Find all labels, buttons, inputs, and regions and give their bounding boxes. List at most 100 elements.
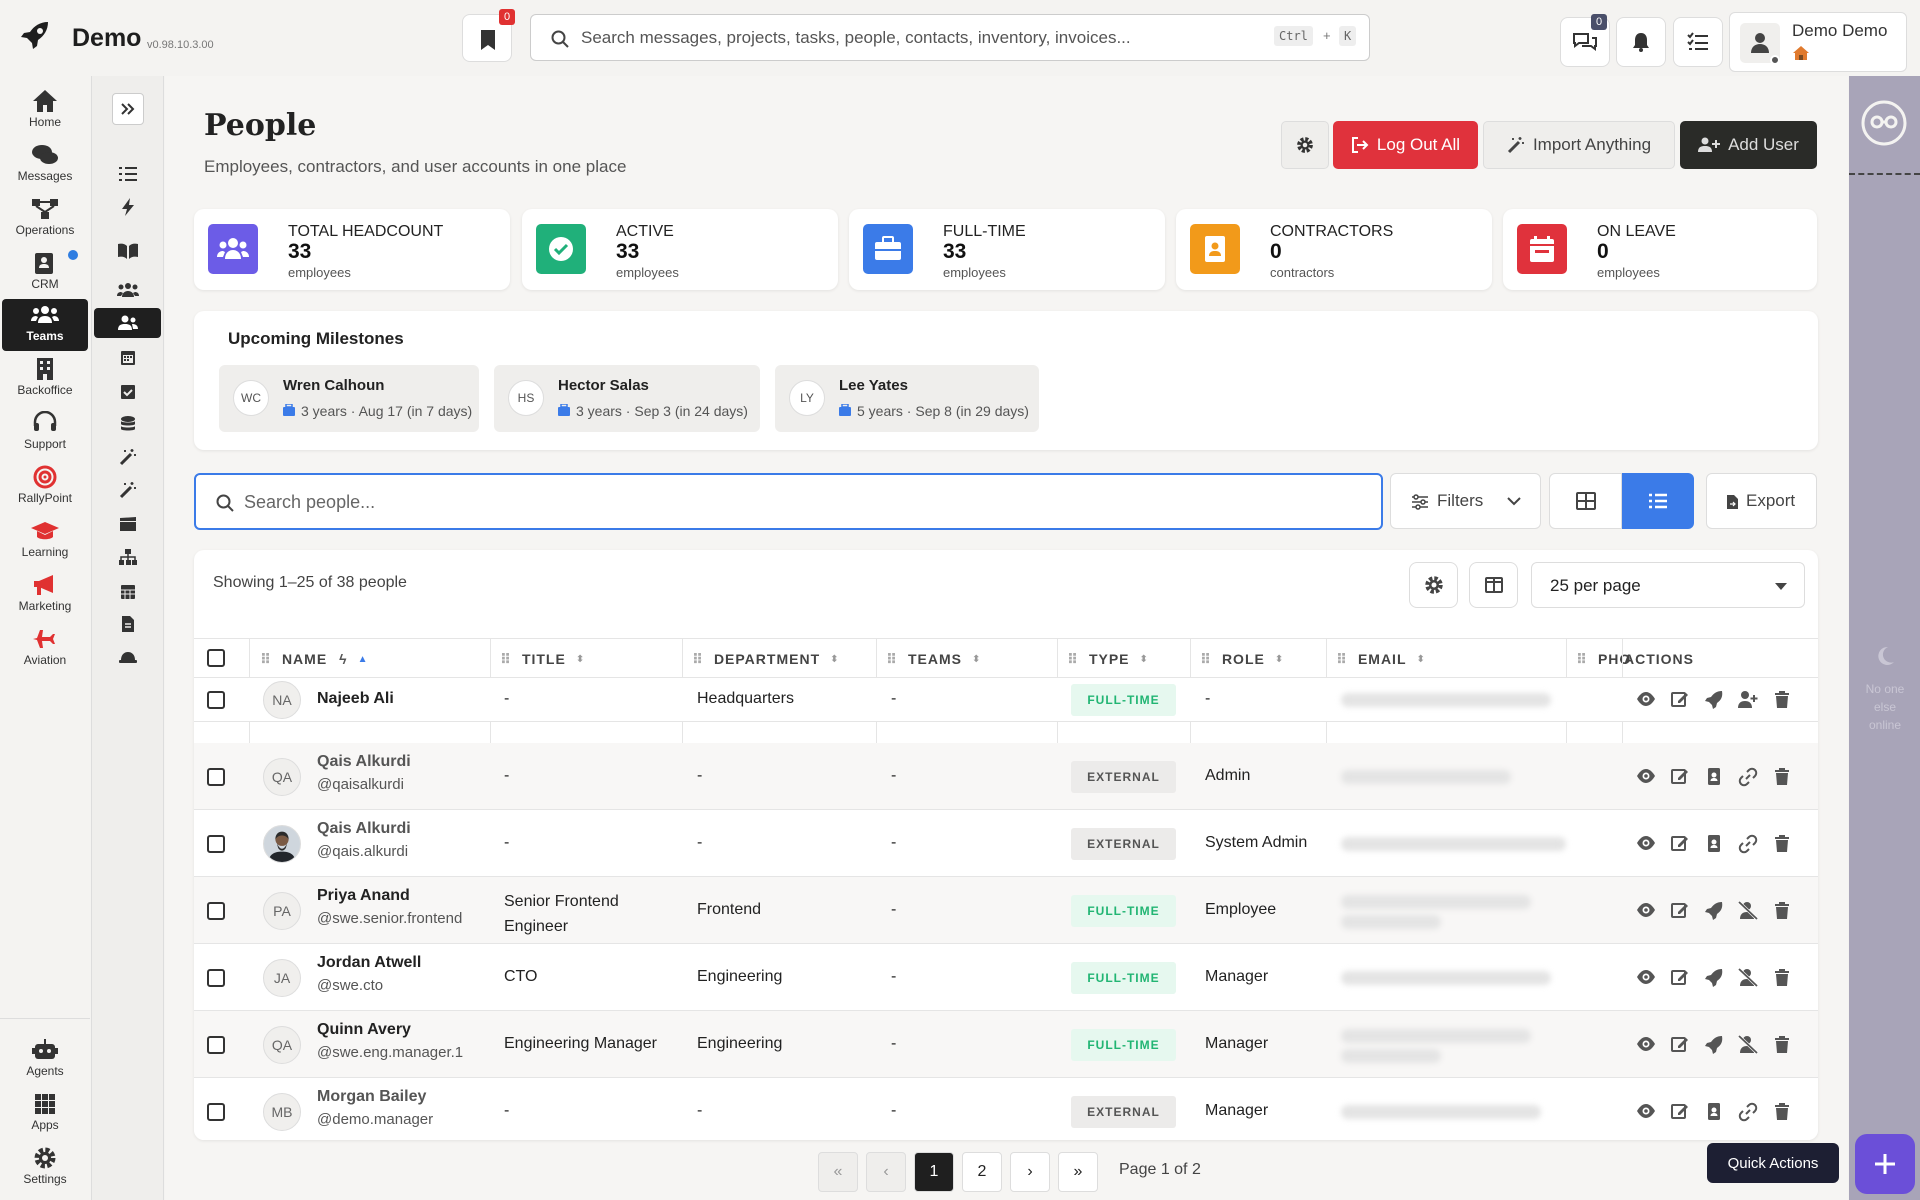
row-checkbox[interactable] [207, 691, 225, 709]
person-name[interactable]: Qais Alkurdi [317, 753, 411, 771]
table-row[interactable]: QA Quinn Avery @swe.eng.manager.1 Engine… [194, 1011, 1818, 1078]
notifications-button[interactable] [1616, 17, 1666, 67]
subnav-payroll[interactable] [94, 409, 161, 439]
person-name[interactable]: Qais Alkurdi [317, 820, 411, 838]
last-page-button[interactable]: » [1058, 1152, 1098, 1192]
subnav-handbook[interactable] [94, 236, 161, 266]
table-row[interactable]: QA Qais Alkurdi @qaisalkurdi - - - EXTERNAL… [194, 743, 1818, 810]
trash-icon[interactable] [1772, 690, 1792, 710]
trash-icon[interactable] [1772, 968, 1792, 988]
page-1-button[interactable]: 1 [914, 1152, 954, 1192]
eye-icon[interactable] [1636, 690, 1656, 710]
column-header-title[interactable]: ⠿ TITLE ⬍ [500, 639, 585, 679]
rocket-icon[interactable] [1704, 901, 1724, 921]
row-checkbox[interactable] [207, 767, 225, 786]
rail-item-messages[interactable]: Messages [2, 139, 88, 191]
link-icon[interactable] [1738, 1102, 1758, 1122]
person-name[interactable]: Quinn Avery [317, 1021, 463, 1039]
person-name[interactable]: Najeeb Ali [317, 690, 394, 708]
milestone-card[interactable]: WC Wren Calhoun 3 years · Aug 17 (in 7 d… [219, 365, 479, 432]
user-menu[interactable]: Demo Demo [1729, 12, 1907, 72]
page-2-button[interactable]: 2 [962, 1152, 1002, 1192]
grid-view-button[interactable] [1549, 473, 1622, 529]
person-name[interactable]: Morgan Bailey [317, 1088, 433, 1106]
edit-icon[interactable] [1670, 834, 1690, 854]
edit-icon[interactable] [1670, 1035, 1690, 1055]
rocket-logo-icon[interactable] [18, 18, 54, 54]
filters-button[interactable]: Filters [1390, 473, 1541, 529]
user-slash-icon[interactable] [1738, 967, 1758, 988]
link-icon[interactable] [1738, 767, 1758, 787]
table-row[interactable]: NA Najeeb Ali - Headquarters - FULL-TIME - [194, 678, 1818, 722]
link-icon[interactable] [1738, 834, 1758, 854]
subnav-magic-1[interactable] [94, 442, 161, 472]
subnav-org-chart[interactable] [94, 542, 161, 572]
columns-button[interactable] [1469, 562, 1518, 608]
id-badge-icon[interactable] [1704, 767, 1724, 787]
rail-item-crm[interactable]: CRM [2, 247, 88, 299]
eye-icon[interactable] [1636, 901, 1656, 921]
column-header-teams[interactable]: ⠿ TEAMS ⬍ [886, 639, 981, 679]
bookmarks-button[interactable]: 0 [462, 9, 516, 62]
table-row[interactable]: MB Morgan Bailey @demo.manager - - - EXTERN… [194, 1078, 1818, 1140]
per-page-select[interactable]: 25 per page [1531, 562, 1805, 608]
trash-icon[interactable] [1772, 1035, 1792, 1055]
log-out-all-button[interactable]: Log Out All [1333, 121, 1478, 169]
edit-icon[interactable] [1670, 690, 1690, 710]
rail-item-backoffice[interactable]: Backoffice [2, 353, 88, 405]
subnav-schedule[interactable] [94, 576, 161, 606]
people-search-input[interactable]: Search people... [194, 473, 1383, 530]
subnav-calendar-check[interactable] [94, 376, 161, 406]
subnav-activity[interactable] [94, 192, 161, 222]
column-header-type[interactable]: ⠿ TYPE ⬍ [1067, 639, 1149, 679]
trash-icon[interactable] [1772, 901, 1792, 921]
trash-icon[interactable] [1772, 834, 1792, 854]
table-settings-button[interactable] [1409, 562, 1458, 608]
table-row[interactable]: JA Jordan Atwell @swe.cto CTO Engineering… [194, 944, 1818, 1011]
row-checkbox[interactable] [207, 968, 225, 987]
trash-icon[interactable] [1772, 1102, 1792, 1122]
milestone-card[interactable]: HS Hector Salas 3 years · Sep 3 (in 24 d… [494, 365, 760, 432]
rail-item-learning[interactable]: Learning [2, 515, 88, 567]
rail-item-support[interactable]: Support [2, 407, 88, 459]
table-row[interactable]: PA Priya Anand @swe.senior.frontend Seni… [194, 877, 1818, 944]
rail-item-rallypoint[interactable]: RallyPoint [2, 461, 88, 513]
row-checkbox[interactable] [207, 901, 225, 920]
subnav-magic-2[interactable] [94, 475, 161, 505]
subnav-calendar[interactable] [94, 342, 161, 372]
eye-icon[interactable] [1636, 834, 1656, 854]
prev-page-button[interactable]: ‹ [866, 1152, 906, 1192]
subnav-groups[interactable] [94, 275, 161, 305]
column-header-department[interactable]: ⠿ DEPARTMENT ⬍ [692, 639, 840, 679]
rail-item-operations[interactable]: Operations [2, 193, 88, 245]
edit-icon[interactable] [1670, 1102, 1690, 1122]
import-anything-button[interactable]: Import Anything [1483, 121, 1675, 169]
column-header-email[interactable]: ⠿ EMAIL ⬍ [1336, 639, 1426, 679]
column-header-name[interactable]: ⠿ NAME ϟ ▲ [260, 639, 369, 679]
add-user-button[interactable]: Add User [1680, 121, 1817, 169]
id-badge-icon[interactable] [1704, 1102, 1724, 1122]
tasks-button[interactable] [1673, 17, 1723, 67]
rail-item-teams[interactable]: Teams [2, 299, 88, 351]
user-plus-icon[interactable] [1738, 690, 1758, 710]
rail-item-marketing[interactable]: Marketing [2, 569, 88, 621]
eye-icon[interactable] [1636, 1102, 1656, 1122]
person-name[interactable]: Priya Anand [317, 887, 462, 905]
eye-icon[interactable] [1636, 1035, 1656, 1055]
rail-item-agents[interactable]: Agents [2, 1034, 88, 1086]
rocket-icon[interactable] [1704, 1035, 1724, 1055]
assistant-avatar-icon[interactable] [1860, 99, 1908, 147]
rocket-icon[interactable] [1704, 690, 1724, 710]
subnav-documents[interactable] [94, 609, 161, 639]
subnav-people[interactable] [94, 308, 161, 338]
user-slash-icon[interactable] [1738, 1034, 1758, 1055]
first-page-button[interactable]: « [818, 1152, 858, 1192]
person-name[interactable]: Jordan Atwell [317, 954, 421, 972]
edit-icon[interactable] [1670, 901, 1690, 921]
subnav-safety[interactable] [94, 642, 161, 672]
page-settings-button[interactable] [1281, 121, 1329, 169]
milestone-card[interactable]: LY Lee Yates 5 years · Sep 8 (in 29 days… [775, 365, 1039, 432]
rail-item-settings[interactable]: Settings [2, 1142, 88, 1194]
edit-icon[interactable] [1670, 968, 1690, 988]
user-slash-icon[interactable] [1738, 900, 1758, 921]
